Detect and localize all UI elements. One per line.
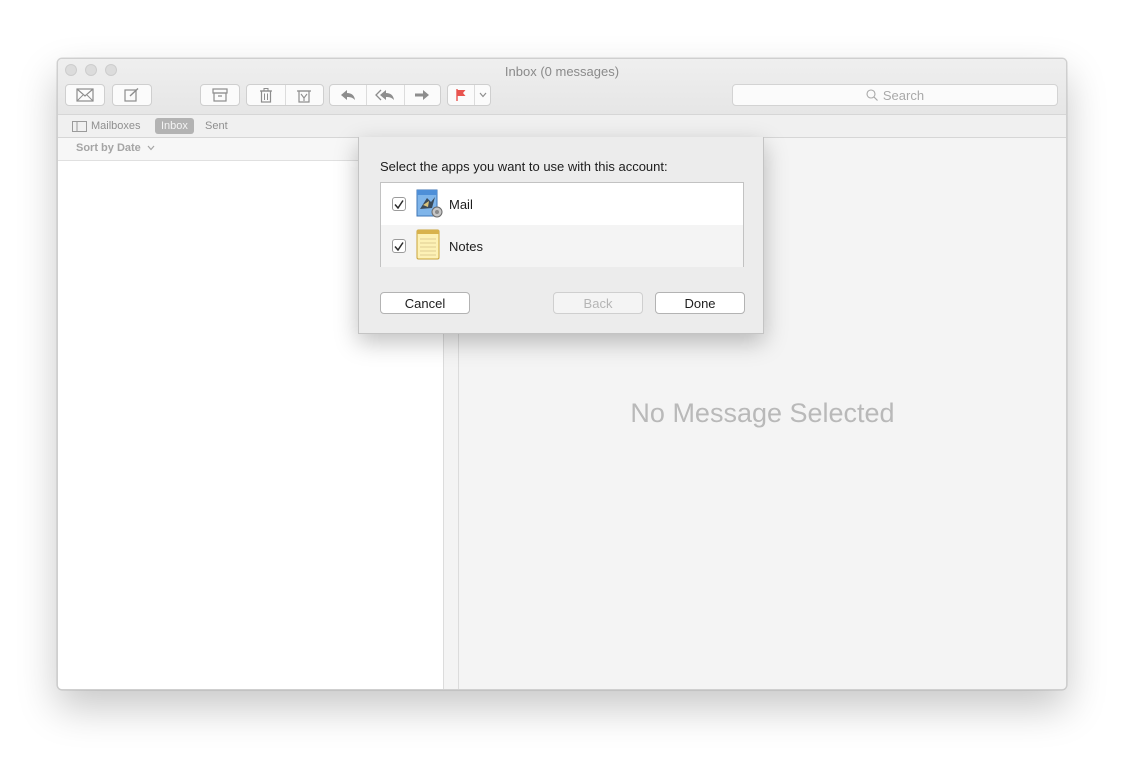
done-button[interactable]: Done [655, 292, 745, 314]
archive-icon [212, 88, 228, 102]
reply-group [329, 84, 441, 106]
no-message-selected: No Message Selected [630, 398, 895, 428]
delete-junk-group [246, 84, 324, 106]
flag-icon [456, 89, 466, 101]
mail-checkbox[interactable] [392, 197, 406, 211]
trash-icon [259, 87, 272, 103]
sort-by-date-button[interactable]: Sort by Date [76, 142, 155, 154]
checkmark-icon [394, 199, 404, 209]
compose-button[interactable] [112, 84, 152, 106]
forward-icon [415, 90, 430, 100]
flag-menu-button[interactable] [475, 85, 490, 105]
notes-checkbox[interactable] [392, 239, 406, 253]
envelope-icon [76, 88, 94, 102]
cancel-button[interactable]: Cancel [380, 292, 470, 314]
notes-app-icon [416, 229, 440, 260]
sort-label: Sort by Date [76, 142, 141, 154]
app-name-mail: Mail [449, 197, 473, 212]
reply-all-icon [375, 89, 395, 101]
get-mail-button[interactable] [65, 84, 105, 106]
search-icon [866, 89, 878, 101]
delete-button[interactable] [247, 85, 286, 105]
junk-icon [297, 89, 312, 103]
window-title: Inbox (0 messages) [504, 64, 620, 79]
favorite-sent[interactable]: Sent [205, 118, 228, 134]
flag-group [447, 84, 491, 106]
chevron-down-icon [479, 92, 487, 98]
titlebar: Inbox (0 messages) Search [58, 59, 1066, 115]
reply-all-button[interactable] [367, 85, 405, 105]
app-row-notes[interactable]: Notes [381, 225, 743, 267]
back-button[interactable]: Back [553, 292, 643, 314]
reply-button[interactable] [330, 85, 368, 105]
favorite-inbox[interactable]: Inbox [155, 118, 194, 134]
app-list: Mail Notes [380, 182, 744, 267]
compose-icon [124, 88, 139, 102]
mailboxes-label: Mailboxes [91, 120, 141, 132]
junk-button[interactable] [286, 85, 324, 105]
chevron-down-icon [147, 145, 155, 151]
favorites-bar: Mailboxes Inbox Sent [58, 115, 1066, 138]
flag-button[interactable] [448, 85, 476, 105]
app-name-notes: Notes [449, 239, 483, 254]
mail-app-icon [416, 189, 443, 218]
mailboxes-toggle[interactable]: Mailboxes [72, 118, 141, 134]
checkmark-icon [394, 241, 404, 251]
search-field[interactable]: Search [732, 84, 1058, 106]
reply-icon [341, 90, 356, 100]
account-apps-dialog: Select the apps you want to use with thi… [358, 137, 764, 334]
search-placeholder: Search [882, 87, 925, 103]
forward-button[interactable] [405, 85, 440, 105]
dialog-prompt: Select the apps you want to use with thi… [380, 159, 668, 174]
sidebar-icon [72, 120, 87, 132]
archive-button[interactable] [200, 84, 240, 106]
app-row-mail[interactable]: Mail [381, 183, 743, 225]
